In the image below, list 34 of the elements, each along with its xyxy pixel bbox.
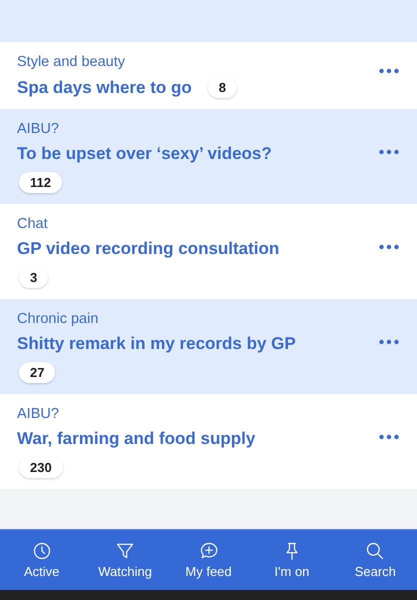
reply-count: 112 [19, 172, 62, 193]
nav-tab[interactable]: Watching [83, 530, 167, 590]
more-icon[interactable] [379, 68, 399, 74]
thread-row[interactable]: AIBU? War, farming and food supply 230 [0, 394, 417, 489]
topic-label: AIBU? [17, 121, 60, 137]
thread-title[interactable]: Spa days where to go [17, 78, 192, 98]
more-icon[interactable] [379, 149, 399, 155]
topic-label: Style and beauty [17, 54, 126, 70]
nav-tab[interactable]: I'm on [250, 530, 334, 590]
nav-tab[interactable]: Active [0, 530, 84, 590]
thread-title[interactable]: To be upset over ‘sexy’ videos? [17, 144, 272, 164]
clock-icon [32, 541, 52, 561]
thread-row[interactable]: Style and beauty Spa days where to go 8 [0, 42, 417, 109]
more-icon[interactable] [379, 244, 399, 250]
topic-label: Chat [17, 216, 49, 232]
thread-title[interactable]: Shitty remark in my records by GP [17, 334, 296, 354]
thread-row[interactable]: Chat GP video recording consultation 3 [0, 204, 417, 299]
search-icon [365, 541, 386, 561]
nav-tab[interactable]: My feed [166, 530, 250, 590]
more-icon[interactable] [379, 434, 399, 440]
feed-icon [198, 541, 219, 561]
thread-title[interactable]: War, farming and food supply [17, 429, 256, 449]
topic-label: Chronic pain [17, 311, 100, 327]
topic-label: AIBU? [17, 406, 60, 422]
thread-row[interactable]: Chronic pain Shitty remark in my records by GP 27 [0, 299, 417, 394]
reply-count: 8 [208, 77, 237, 98]
reply-count: 230 [19, 457, 63, 478]
more-icon[interactable] [379, 339, 399, 345]
reply-count: 27 [19, 362, 56, 383]
nav-tab[interactable]: Search [334, 530, 417, 590]
reply-count: 3 [19, 267, 48, 288]
thread-title[interactable]: GP video recording consultation [17, 239, 280, 259]
thread-row[interactable]: AIBU? To be upset over ‘sexy’ videos? 112 [0, 109, 417, 204]
filter-icon [115, 541, 136, 561]
